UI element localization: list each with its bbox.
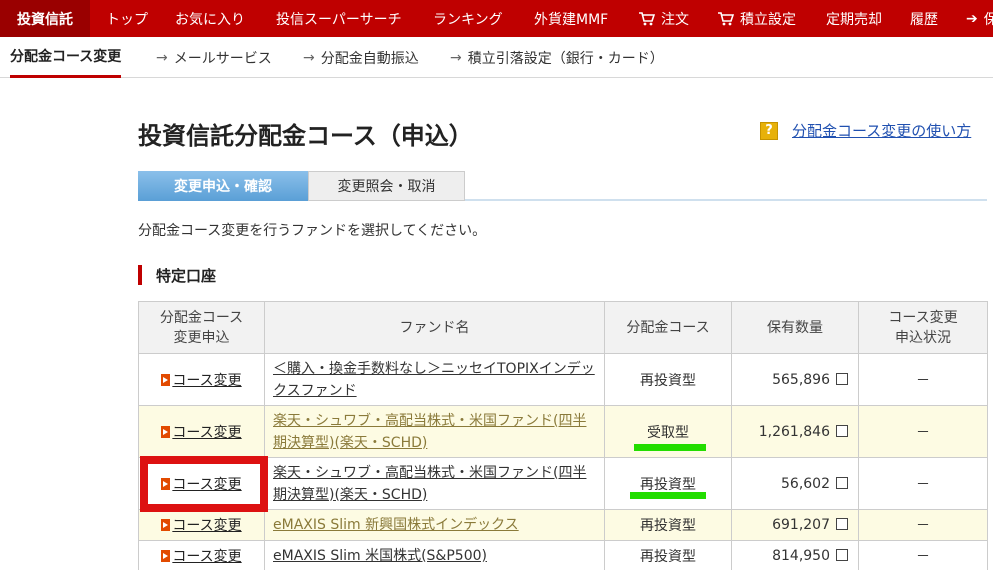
- cart-icon: [639, 11, 655, 26]
- brand-tab[interactable]: 投資信託: [0, 0, 90, 37]
- square-icon: [836, 549, 848, 561]
- help-question-icon: ?: [760, 121, 778, 140]
- nav-more[interactable]: ➔ 保: [966, 0, 993, 37]
- header-fund-name: ファンド名: [264, 301, 605, 354]
- green-highlight-mark: [630, 492, 706, 499]
- green-highlight-mark: [634, 444, 706, 451]
- nav-top[interactable]: トップ: [106, 0, 148, 37]
- distribution-course: 再投資型: [604, 353, 732, 406]
- change-status: －: [858, 540, 988, 570]
- page-title: 投資信託分配金コース（申込）: [138, 122, 473, 150]
- red-annotation-box: [140, 456, 268, 512]
- cart-icon: [718, 11, 734, 26]
- tab-apply-confirm[interactable]: 変更申込・確認: [138, 171, 308, 201]
- section-bar: [138, 265, 142, 285]
- nav-foreign-mmf[interactable]: 外貨建MMF: [534, 0, 608, 37]
- distribution-course: 再投資型: [604, 457, 732, 510]
- section-title-label: 特定口座: [156, 266, 217, 285]
- help-link-group[interactable]: ? 分配金コース変更の使い方: [760, 120, 971, 141]
- section-title: 特定口座: [138, 265, 216, 285]
- tab-inquiry-cancel[interactable]: 変更照会・取消: [308, 171, 465, 201]
- subnav-auto-transfer[interactable]: → 分配金自動振込: [303, 37, 419, 78]
- change-status: －: [858, 509, 988, 541]
- table-row: コース変更 ＜購入・換金手数料なし＞ニッセイTOPIXインデックスファンド 再投…: [138, 353, 988, 406]
- arrow-icon: ➔: [966, 10, 978, 27]
- fund-name-link[interactable]: 楽天・シュワブ・高配当株式・米国ファンド(四半期決算型)(楽天・SCHD): [273, 465, 586, 503]
- arrow-icon: [161, 550, 171, 562]
- help-link[interactable]: 分配金コース変更の使い方: [792, 120, 971, 141]
- course-change-link[interactable]: コース変更: [172, 518, 241, 534]
- quantity: 1,261,846: [758, 423, 830, 440]
- sub-nav: 分配金コース変更 → メールサービス → 分配金自動振込 → 積立引落設定（銀行…: [0, 37, 993, 78]
- subnav-debit-setup[interactable]: → 積立引落設定（銀行・カード）: [450, 37, 664, 78]
- change-status: －: [858, 457, 988, 510]
- table-row: コース変更 楽天・シュワブ・高配当株式・米国ファンド(四半期決算型)(楽天・SC…: [138, 405, 988, 458]
- tab-bar: 変更申込・確認 変更照会・取消: [138, 171, 987, 201]
- square-icon: [836, 518, 848, 530]
- course-change-link[interactable]: コース変更: [172, 373, 241, 389]
- nav-favorites[interactable]: お気に入り: [175, 0, 245, 37]
- nav-order[interactable]: 注文: [639, 0, 689, 37]
- change-status: －: [858, 353, 988, 406]
- nav-recurring-setup[interactable]: 積立設定: [718, 0, 796, 37]
- fund-name-link[interactable]: eMAXIS Slim 新興国株式インデックス: [273, 517, 519, 533]
- square-icon: [836, 424, 848, 437]
- fund-name-link[interactable]: 楽天・シュワブ・高配当株式・米国ファンド(四半期決算型)(楽天・SCHD): [273, 413, 586, 451]
- distribution-course: 再投資型: [604, 509, 732, 541]
- top-nav: 投資信託 トップ お気に入り 投信スーパーサーチ ランキング 外貨建MMF 注文…: [0, 0, 993, 37]
- fund-table: 分配金コース 変更申込 ファンド名 分配金コース 保有数量 コース変更 申込状況…: [138, 301, 988, 570]
- nav-history[interactable]: 履歴: [910, 0, 938, 37]
- nav-ranking[interactable]: ランキング: [433, 0, 503, 37]
- subnav-mail-service-label: メールサービス: [173, 50, 272, 67]
- square-icon: [836, 372, 848, 385]
- table-header-row: 分配金コース 変更申込 ファンド名 分配金コース 保有数量 コース変更 申込状況: [138, 301, 988, 354]
- nav-scheduled-sale[interactable]: 定期売却: [826, 0, 882, 37]
- quantity: 56,602: [781, 475, 830, 492]
- nav-super-search[interactable]: 投信スーパーサーチ: [276, 0, 402, 37]
- table-row: コース変更 eMAXIS Slim 新興国株式インデックス 再投資型 691,2…: [138, 509, 988, 541]
- quantity: 814,950: [772, 548, 830, 564]
- square-icon: [836, 476, 848, 489]
- distribution-course: 再投資型: [604, 540, 732, 570]
- course-change-link[interactable]: コース変更: [172, 425, 241, 441]
- quantity: 691,207: [772, 517, 830, 533]
- table-row: コース変更 eMAXIS Slim 米国株式(S&P500) 再投資型 814,…: [138, 540, 988, 570]
- course-change-link[interactable]: コース変更: [172, 549, 241, 565]
- header-course-change: 分配金コース 変更申込: [138, 301, 265, 354]
- header-change-status: コース変更 申込状況: [858, 301, 988, 354]
- subnav-auto-transfer-label: 分配金自動振込: [320, 50, 419, 67]
- header-quantity: 保有数量: [731, 301, 859, 354]
- quantity: 565,896: [772, 371, 830, 388]
- nav-more-label: 保: [983, 11, 993, 28]
- arrow-right-icon: →: [303, 49, 315, 66]
- subnav-debit-setup-label: 積立引落設定（銀行・カード）: [467, 50, 664, 67]
- fund-name-link[interactable]: eMAXIS Slim 米国株式(S&P500): [273, 548, 487, 564]
- fund-name-link[interactable]: ＜購入・換金手数料なし＞ニッセイTOPIXインデックスファンド: [273, 361, 595, 399]
- arrow-right-icon: →: [156, 49, 168, 66]
- arrow-right-icon: →: [450, 49, 462, 66]
- arrow-icon: [161, 425, 171, 438]
- arrow-icon: [161, 373, 171, 386]
- subnav-mail-service[interactable]: → メールサービス: [156, 37, 272, 78]
- nav-order-label: 注文: [661, 11, 689, 28]
- nav-recurring-setup-label: 積立設定: [740, 11, 796, 28]
- subnav-distribution-course[interactable]: 分配金コース変更: [10, 37, 122, 78]
- instruction-text: 分配金コース変更を行うファンドを選択してください。: [138, 223, 487, 239]
- arrow-icon: [161, 519, 171, 531]
- change-status: －: [858, 405, 988, 458]
- header-distribution-course: 分配金コース: [604, 301, 732, 354]
